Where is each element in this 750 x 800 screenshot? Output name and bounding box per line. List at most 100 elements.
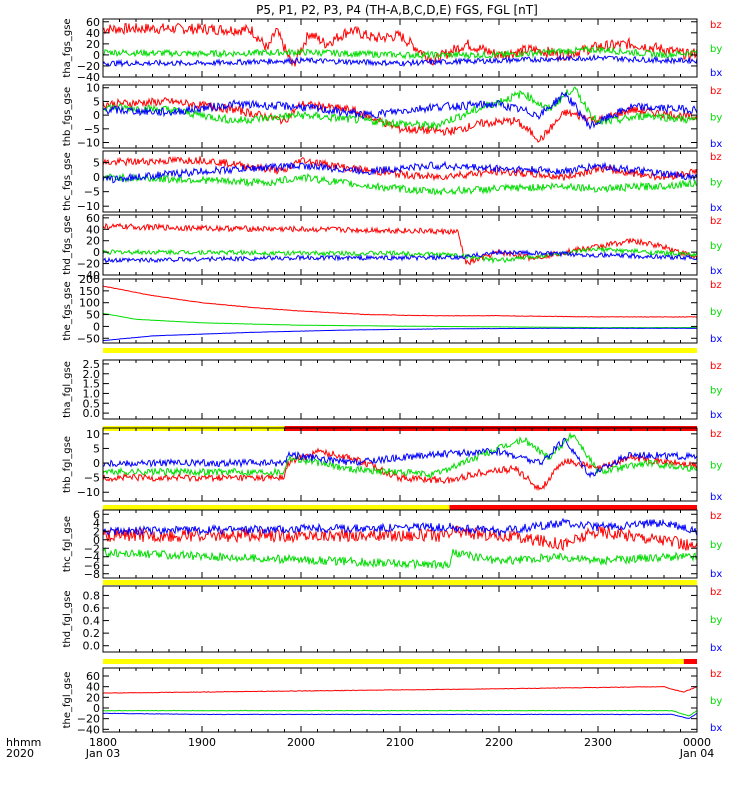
status-bar-segment (103, 659, 684, 664)
series-bz-line (102, 447, 698, 492)
legend-bx: bx (710, 492, 722, 503)
legend-by: by (710, 540, 722, 551)
panel-frame (102, 585, 698, 653)
legend-bz: bz (710, 511, 722, 522)
panel-frame (102, 278, 698, 344)
series-bx-line (102, 91, 698, 131)
series-by-line (102, 172, 698, 196)
x-tick-label: 1900 (188, 736, 216, 749)
y-tick-label: 5 (93, 157, 100, 170)
y-tick-label: −8 (84, 568, 100, 581)
legend-bz: bz (710, 361, 722, 372)
y-tick-label: 0.2 (83, 627, 101, 640)
y-tick-label: 0 (93, 457, 100, 470)
y-axis-label: tha_fgs_gse (62, 18, 73, 77)
series-bz-line (102, 155, 698, 182)
panels: 6040200−20−40tha_fgs_gse bzbybx1050−5−10t… (62, 16, 722, 737)
legend-bx: bx (710, 334, 722, 345)
series-by-line (102, 547, 698, 570)
panel-frame (102, 667, 698, 733)
y-axis-label: thd_fgl_gse (62, 591, 73, 648)
series-by-line (102, 709, 698, 717)
x-tick-label: 2200 (485, 736, 513, 749)
y-tick-label: 0.6 (83, 602, 101, 615)
y-tick-label: −5 (84, 472, 100, 485)
legend-by: by (710, 113, 722, 124)
panel-thd_fgs_gse: 6040200−20−40thd_fgs_gse bzbybx (62, 212, 722, 282)
panel-the_fgl_gse: 6040200−20−40the_fgl_gse bzbybx (62, 667, 722, 736)
legend-by: by (710, 696, 722, 707)
legend-bz: bz (710, 669, 722, 680)
y-tick-label: −10 (77, 486, 100, 499)
x-tick-label: 2000 (287, 736, 315, 749)
y-tick-label: −5 (84, 186, 100, 199)
legend-by: by (710, 307, 722, 318)
legend-bz: bz (710, 20, 722, 31)
y-axis-label: the_fgs_gse (62, 281, 73, 340)
legend-by: by (710, 44, 722, 55)
y-axis-label: thd_fgs_gse (62, 215, 73, 274)
legend-by: by (710, 241, 722, 252)
panel-the_fgs_gse: 200150100500−50the_fgs_gse bzbybx (62, 273, 722, 353)
legend-by: by (710, 461, 722, 472)
y-tick-label: 0.8 (83, 589, 101, 602)
x-tick-label: 2100 (386, 736, 414, 749)
legend-bz: bz (710, 587, 722, 598)
x-tick-date-label: Jan 03 (85, 747, 120, 760)
series-bz-line (102, 22, 698, 67)
time-row-label-year: 2020 (6, 747, 34, 760)
y-tick-label: 0 (93, 171, 100, 184)
legend-bz: bz (710, 280, 722, 291)
multi-panel-magnetometer-plot: P5, P1, P2, P3, P4 (TH-A,B,C,D,E) FGS, F… (6, 3, 722, 760)
series-bx-line (102, 712, 698, 719)
series-bz-line (102, 285, 698, 318)
panel-frame (102, 427, 698, 502)
series-bx-line (102, 160, 698, 184)
y-tick-label: −10 (77, 137, 100, 150)
series-by-line (102, 431, 698, 479)
series-bz-line (102, 524, 698, 552)
legend-bx: bx (710, 643, 722, 654)
legend-bz: bz (710, 152, 722, 163)
y-tick-label: 0.0 (83, 407, 101, 420)
panel-thb_fgs_gse: 1050−5−10 thb_fgs_gse bz by bx (62, 82, 722, 150)
y-tick-label: 0.0 (83, 640, 101, 653)
x-tick-label: 2300 (584, 736, 612, 749)
y-tick-label: 10 (86, 82, 100, 95)
y-axis-label: tha_fgl_gse (62, 361, 73, 418)
y-tick-label: 5 (93, 442, 100, 455)
panel-frame (102, 359, 698, 420)
panel-thc_fgl_gse: 6420−2−4−6−8thc_fgl_gse bzbybx (62, 508, 722, 585)
legend-bx: bx (710, 569, 722, 580)
status-bar-segment (103, 505, 450, 510)
status-bar-segment (103, 348, 697, 353)
panel-frame (102, 509, 698, 579)
legend-by: by (710, 178, 722, 189)
status-bar-segment (683, 659, 697, 664)
legend-bx: bx (710, 410, 722, 421)
legend-bx: bx (710, 68, 722, 79)
y-tick-label: 5 (93, 95, 100, 108)
panel-tha_fgl_gse: 2.52.01.51.00.50.0tha_fgl_gse bzbybx (62, 358, 722, 431)
legend-bx: bx (710, 723, 722, 734)
y-axis-label: thb_fgs_gse (62, 87, 73, 146)
legend-bz: bz (710, 216, 722, 227)
series-bz-line (103, 685, 698, 694)
y-tick-label: 10 (86, 428, 100, 441)
x-tick-date-label: Jan 04 (679, 747, 714, 760)
legend-by: by (710, 615, 722, 626)
y-axis-label: thc_fgl_gse (62, 516, 73, 572)
legend-by: by (710, 386, 722, 397)
panel-thc_fgs_gse: 50−5−10thc_fgs_gse bzbybx (62, 150, 722, 214)
legend-bz: bz (710, 86, 722, 97)
y-axis-label: the_fgl_gse (62, 672, 73, 729)
y-axis-label: thb_fgl_gse (62, 436, 73, 493)
legend-bx: bx (710, 139, 722, 150)
legend-bx: bx (710, 203, 722, 214)
y-tick-label: 0 (93, 109, 100, 122)
panel-thd_fgl_gse: 0.80.60.40.20.0 thd_fgl_gse bz by bx (62, 585, 722, 664)
plot-title: P5, P1, P2, P3, P4 (TH-A,B,C,D,E) FGS, F… (256, 3, 538, 17)
legend-bz: bz (710, 429, 722, 440)
status-bar-segment (103, 580, 697, 585)
series-bx-line (102, 248, 698, 264)
